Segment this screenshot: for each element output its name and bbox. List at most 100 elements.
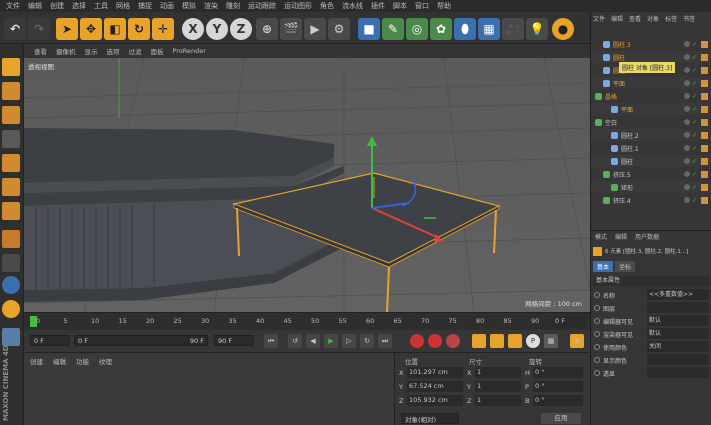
tab-coordinates[interactable]: 坐标 [615,261,636,272]
enable-check-icon[interactable]: ✓ [692,171,697,178]
animate-radio-icon[interactable] [594,292,600,298]
rotation-field[interactable]: 0 ° [533,381,583,392]
key-param-icon[interactable]: P [526,334,540,348]
menu-item[interactable]: 选择 [68,1,90,11]
menu-item[interactable]: 运动图形 [280,1,316,11]
menu-item[interactable]: 编辑 [24,1,46,11]
polygons-mode-icon[interactable] [2,202,20,220]
move-tool-button[interactable]: ✥ [80,18,102,40]
viewport-menu-item[interactable]: 查看 [34,46,47,56]
record-keys-icon[interactable] [410,334,424,348]
menu-item[interactable]: 帮助 [433,1,455,11]
rotation-field[interactable]: 0 ° [533,395,583,406]
undo-button[interactable]: ↶ [4,18,26,40]
position-field[interactable]: 105.932 cm [407,395,463,406]
attribute-menu-item[interactable]: 模式 [595,232,607,241]
visibility-toggle[interactable] [683,119,690,125]
rotation-field[interactable]: 0 ° [533,367,583,378]
edges-mode-icon[interactable] [2,178,20,196]
menu-item[interactable]: 窗口 [411,1,433,11]
make-editable-icon[interactable] [2,58,20,76]
scale-tool-button[interactable]: ◧ [104,18,126,40]
key-scale-icon[interactable] [490,334,504,348]
object-row[interactable]: 圆柱.3 ✓ [591,38,711,50]
attribute-menu-item[interactable]: 编辑 [615,232,627,241]
end-frame-field[interactable]: 90 F [214,335,254,346]
coordinate-mode-dropdown[interactable]: 对象(相对) [401,413,459,424]
menu-item[interactable]: 创建 [46,1,68,11]
object-row[interactable]: 平面 ✓ [591,77,711,89]
object-menu-item[interactable]: 编辑 [611,14,623,23]
z-axis-toggle[interactable]: Z [230,18,252,40]
select-tool-button[interactable]: ➤ [56,18,78,40]
light-button[interactable]: 💡 [526,18,548,40]
enable-check-icon[interactable]: ✓ [692,197,697,204]
animate-radio-icon[interactable] [594,370,600,376]
enable-check-icon[interactable]: ✓ [692,184,697,191]
axis-mode-icon[interactable] [2,230,20,248]
enable-check-icon[interactable]: ✓ [692,119,697,126]
y-axis-toggle[interactable]: Y [206,18,228,40]
menu-item[interactable]: 渲染 [200,1,222,11]
material-menu-item[interactable]: 纹理 [99,356,112,366]
timeline-window-icon[interactable]: ≡ [570,334,584,348]
visibility-toggle[interactable] [683,80,690,86]
key-rotation-icon[interactable] [508,334,522,348]
cube-object-button[interactable]: ■ [358,18,380,40]
viewport-menu-item[interactable]: 面板 [151,46,164,56]
visibility-toggle[interactable] [683,93,690,99]
texture-mode-icon[interactable] [2,106,20,124]
start-frame-field[interactable]: 0 F [30,335,70,346]
next-frame-icon[interactable]: ▷ [342,334,356,348]
size-field[interactable]: 1 [475,395,521,406]
position-field[interactable]: 67.524 cm [407,381,463,392]
material-menu-item[interactable]: 编辑 [53,356,66,366]
x-axis-toggle[interactable]: X [182,18,204,40]
menu-item[interactable]: 流水线 [338,1,367,11]
tweak-mode-icon[interactable] [2,254,20,272]
animate-radio-icon[interactable] [594,357,600,363]
visibility-toggle[interactable] [683,158,690,164]
snap-icon[interactable] [2,276,20,294]
keyframe-selection-icon[interactable] [446,334,460,348]
frame-range-slider[interactable]: 0 F 90 F [74,335,208,346]
enable-check-icon[interactable]: ✓ [692,106,697,113]
deformer-button[interactable]: ⬮ [454,18,476,40]
object-menu-item[interactable]: 查看 [629,14,641,23]
material-menu-item[interactable]: 功能 [76,356,89,366]
tab-basic[interactable]: 基本 [593,261,614,272]
points-mode-icon[interactable] [2,154,20,172]
attribute-value[interactable]: 默认 [647,328,709,339]
previous-key-icon[interactable]: ↺ [288,334,302,348]
enable-check-icon[interactable]: ✓ [692,54,697,61]
visibility-toggle[interactable] [683,145,690,151]
viewport-menu-item[interactable]: 显示 [85,46,98,56]
size-field[interactable]: 1 [475,367,521,378]
enable-check-icon[interactable]: ✓ [692,158,697,165]
model-mode-icon[interactable] [2,82,20,100]
enable-check-icon[interactable]: ✓ [692,145,697,152]
attribute-value[interactable] [647,302,709,313]
render-settings-button[interactable]: ⚙ [328,18,350,40]
animate-radio-icon[interactable] [594,305,600,311]
go-to-start-icon[interactable]: ⏮ [264,334,278,348]
key-position-icon[interactable] [472,334,486,348]
object-row[interactable]: 空白 ✓ [591,116,711,128]
object-row[interactable]: 圆柱.1 ✓ [591,142,711,154]
autokey-icon[interactable] [428,334,442,348]
object-row[interactable]: 圆柱.2 ✓ [591,129,711,141]
timeline-ruler[interactable]: 0 5 10 15 20 25 30 35 40 45 50 55 60 65 70 75 80 85 90 0 F [24,312,590,330]
object-row[interactable]: 矩形 ✓ [591,181,711,193]
python-button[interactable]: ● [552,18,574,40]
position-field[interactable]: 101.297 cm [407,367,463,378]
visibility-toggle[interactable] [683,41,690,47]
camera-button[interactable]: 🎥 [502,18,524,40]
object-row[interactable]: 挤压.4 ✓ [591,194,711,206]
pen-spline-button[interactable]: ✎ [382,18,404,40]
visibility-toggle[interactable] [683,67,690,73]
visibility-toggle[interactable] [683,106,690,112]
menu-item[interactable]: 工具 [90,1,112,11]
viewport-menu-item[interactable]: ProRender [173,47,206,55]
rotate-tool-button[interactable]: ↻ [128,18,150,40]
object-row[interactable]: 平面 ✓ [591,103,711,115]
